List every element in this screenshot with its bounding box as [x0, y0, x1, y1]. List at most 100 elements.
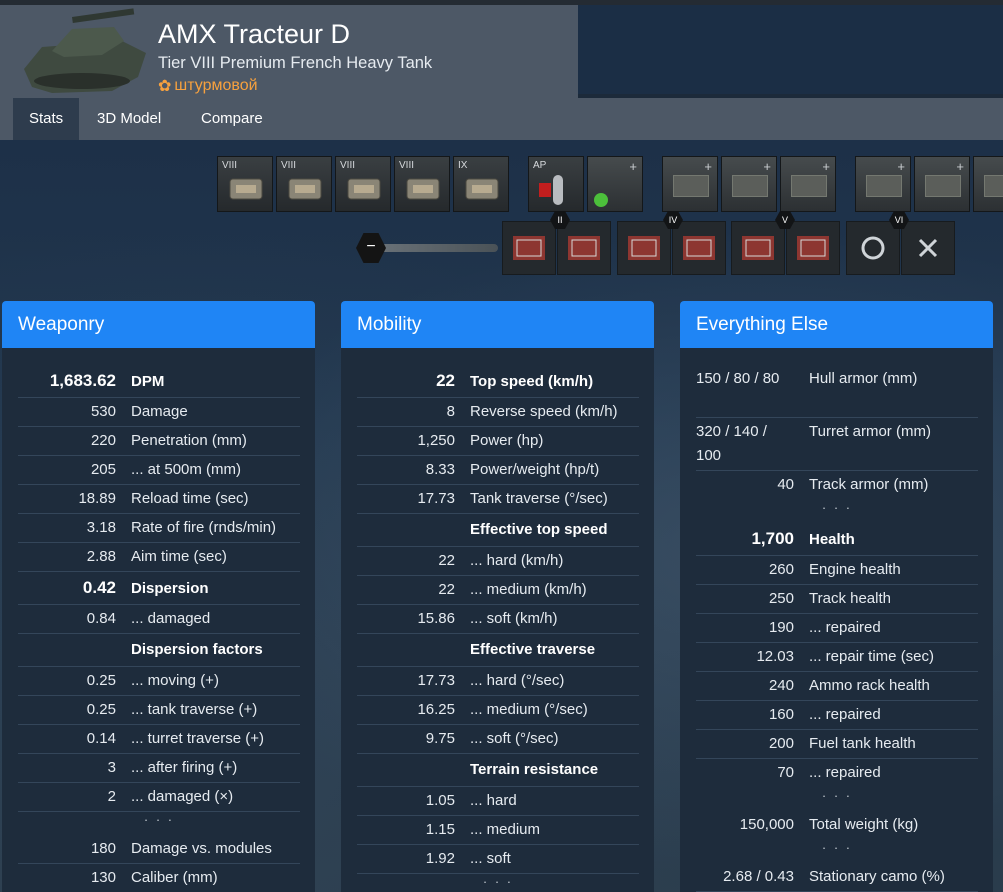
stat-label: Track armor (mm): [809, 476, 929, 493]
ellipsis-label: · · ·: [821, 840, 853, 855]
role-label: штурмовой: [174, 77, 258, 94]
stat-label: ... turret traverse (+): [131, 730, 264, 747]
stat-label: Caliber (mm): [131, 869, 218, 886]
field-mod-slot[interactable]: [617, 221, 671, 275]
stat-value: 22: [438, 552, 455, 569]
stat-value: 18.89: [78, 490, 116, 507]
stat-row: Terrain resistance: [357, 754, 639, 787]
stat-label: Terrain resistance: [470, 761, 599, 778]
stat-row: 180 Damage vs. modules: [18, 835, 300, 864]
stat-label: ... repaired: [809, 706, 881, 723]
stat-value: 250: [768, 590, 794, 607]
stat-label: Penetration (mm): [131, 432, 247, 449]
everything-else-title: Everything Else: [680, 301, 993, 348]
ammo-slot-ap[interactable]: AP: [528, 156, 584, 212]
engine-icon: [347, 178, 381, 200]
module-slot-gun[interactable]: VIII: [217, 156, 273, 212]
stat-value: 22: [438, 581, 455, 598]
field-mod-icon: [568, 236, 600, 260]
stat-row: 0.25 ... moving (+): [18, 667, 300, 696]
stat-row: 2.88 Aim time (sec): [18, 543, 300, 572]
stat-row: 0.25 ... tank traverse (+): [18, 696, 300, 725]
stat-value: 8: [446, 403, 455, 420]
equipment-slot[interactable]: +: [780, 156, 836, 212]
more-rows-ellipsis[interactable]: · · ·: [696, 840, 978, 863]
stat-value: 240: [768, 677, 794, 694]
equipment-slot[interactable]: +: [721, 156, 777, 212]
stat-row: 1,683.62 DPM: [18, 365, 300, 398]
field-mod-slot[interactable]: [786, 221, 840, 275]
tab-3d-model[interactable]: 3D Model: [81, 98, 177, 140]
stat-value: 2.68 / 0.43: [723, 868, 794, 885]
stat-value: 0.25: [86, 672, 116, 689]
stat-label: Stationary camo (%): [809, 868, 945, 885]
tank-header: AMX Tracteur D Tier VIII Premium French …: [0, 5, 578, 98]
stat-label: Dispersion: [131, 580, 209, 597]
stat-row: 8 Reverse speed (km/h): [357, 398, 639, 427]
stat-value: 0.42: [82, 578, 116, 597]
stat-row: 150,000 Total weight (kg): [696, 811, 978, 840]
stat-value: 180: [90, 840, 116, 857]
field-mod-slot[interactable]: [901, 221, 955, 275]
stat-label: ... damaged (×): [131, 788, 234, 805]
role-star-icon: ✿: [158, 78, 172, 95]
module-slot-radio[interactable]: IX: [453, 156, 509, 212]
stat-label: ... after firing (+): [131, 759, 238, 776]
stat-value: 150,000: [739, 816, 794, 833]
slider-track[interactable]: [376, 244, 498, 252]
consumable-slot[interactable]: +: [587, 156, 643, 212]
stat-value: 260: [768, 561, 794, 578]
field-mod-slot[interactable]: [731, 221, 785, 275]
stat-label: Engine health: [809, 561, 901, 578]
equipment-slot[interactable]: +: [855, 156, 911, 212]
stat-label: Total weight (kg): [809, 816, 919, 833]
stat-label: Top speed (km/h): [470, 373, 594, 390]
stat-label: ... moving (+): [131, 672, 219, 689]
more-rows-ellipsis[interactable]: · · ·: [696, 500, 978, 523]
module-slot-engine[interactable]: VIII: [335, 156, 391, 212]
more-rows-ellipsis[interactable]: · · ·: [18, 812, 300, 835]
equipment-slot[interactable]: +: [973, 156, 1003, 212]
stat-label: ... tank traverse (+): [131, 701, 258, 718]
field-mod-slot[interactable]: [846, 221, 900, 275]
stat-value: 17.73: [417, 672, 455, 689]
stat-row: 220 Penetration (mm): [18, 427, 300, 456]
module-slot-tracks[interactable]: VIII: [394, 156, 450, 212]
stat-label: ... hard (km/h): [470, 552, 564, 569]
tab-stats[interactable]: Stats: [13, 98, 80, 140]
stat-label: Tank traverse (°/sec): [470, 490, 608, 507]
module-slot-turret[interactable]: VIII: [276, 156, 332, 212]
stat-row: 2 ... damaged (×): [18, 783, 300, 812]
stat-label: ... soft (km/h): [470, 610, 558, 627]
more-rows-ellipsis[interactable]: · · ·: [696, 788, 978, 811]
equipment-slot[interactable]: +: [662, 156, 718, 212]
stat-label: Reload time (sec): [131, 490, 249, 507]
tank-role: ✿ штурмовой: [158, 76, 258, 96]
tab-compare[interactable]: Compare: [185, 98, 279, 140]
stat-value: 8.33: [425, 461, 455, 478]
stat-row: 190 ... repaired: [696, 614, 978, 643]
crate-icon: [984, 175, 1003, 197]
more-rows-ellipsis[interactable]: · · ·: [357, 874, 639, 892]
field-mod-slot[interactable]: [672, 221, 726, 275]
equipment-slot[interactable]: +: [914, 156, 970, 212]
stat-label: Damage: [131, 403, 188, 420]
stat-label: Effective top speed: [470, 521, 608, 538]
stat-row: 240 Ammo rack health: [696, 672, 978, 701]
field-mod-icon: [683, 236, 715, 260]
field-mod-icon: [513, 236, 545, 260]
stat-value: 70: [777, 764, 794, 781]
stat-value: 130: [90, 869, 116, 886]
stat-row: 320 / 140 / 100 Turret armor (mm): [696, 418, 978, 471]
field-mod-slot[interactable]: [557, 221, 611, 275]
stat-label: ... repaired: [809, 764, 881, 781]
stat-label: ... repaired: [809, 619, 881, 636]
weaponry-panel: Weaponry 1,683.62 DPM 530 Damage 220 Penetrat…: [2, 301, 315, 892]
stat-row: 3 ... after firing (+): [18, 754, 300, 783]
ellipsis-label: · · ·: [482, 874, 514, 889]
stat-row: 18.89 Reload time (sec): [18, 485, 300, 514]
crate-icon: [866, 175, 902, 197]
field-mod-slot[interactable]: [502, 221, 556, 275]
ellipsis-label: · · ·: [821, 500, 853, 515]
stat-value: 15.86: [417, 610, 455, 627]
